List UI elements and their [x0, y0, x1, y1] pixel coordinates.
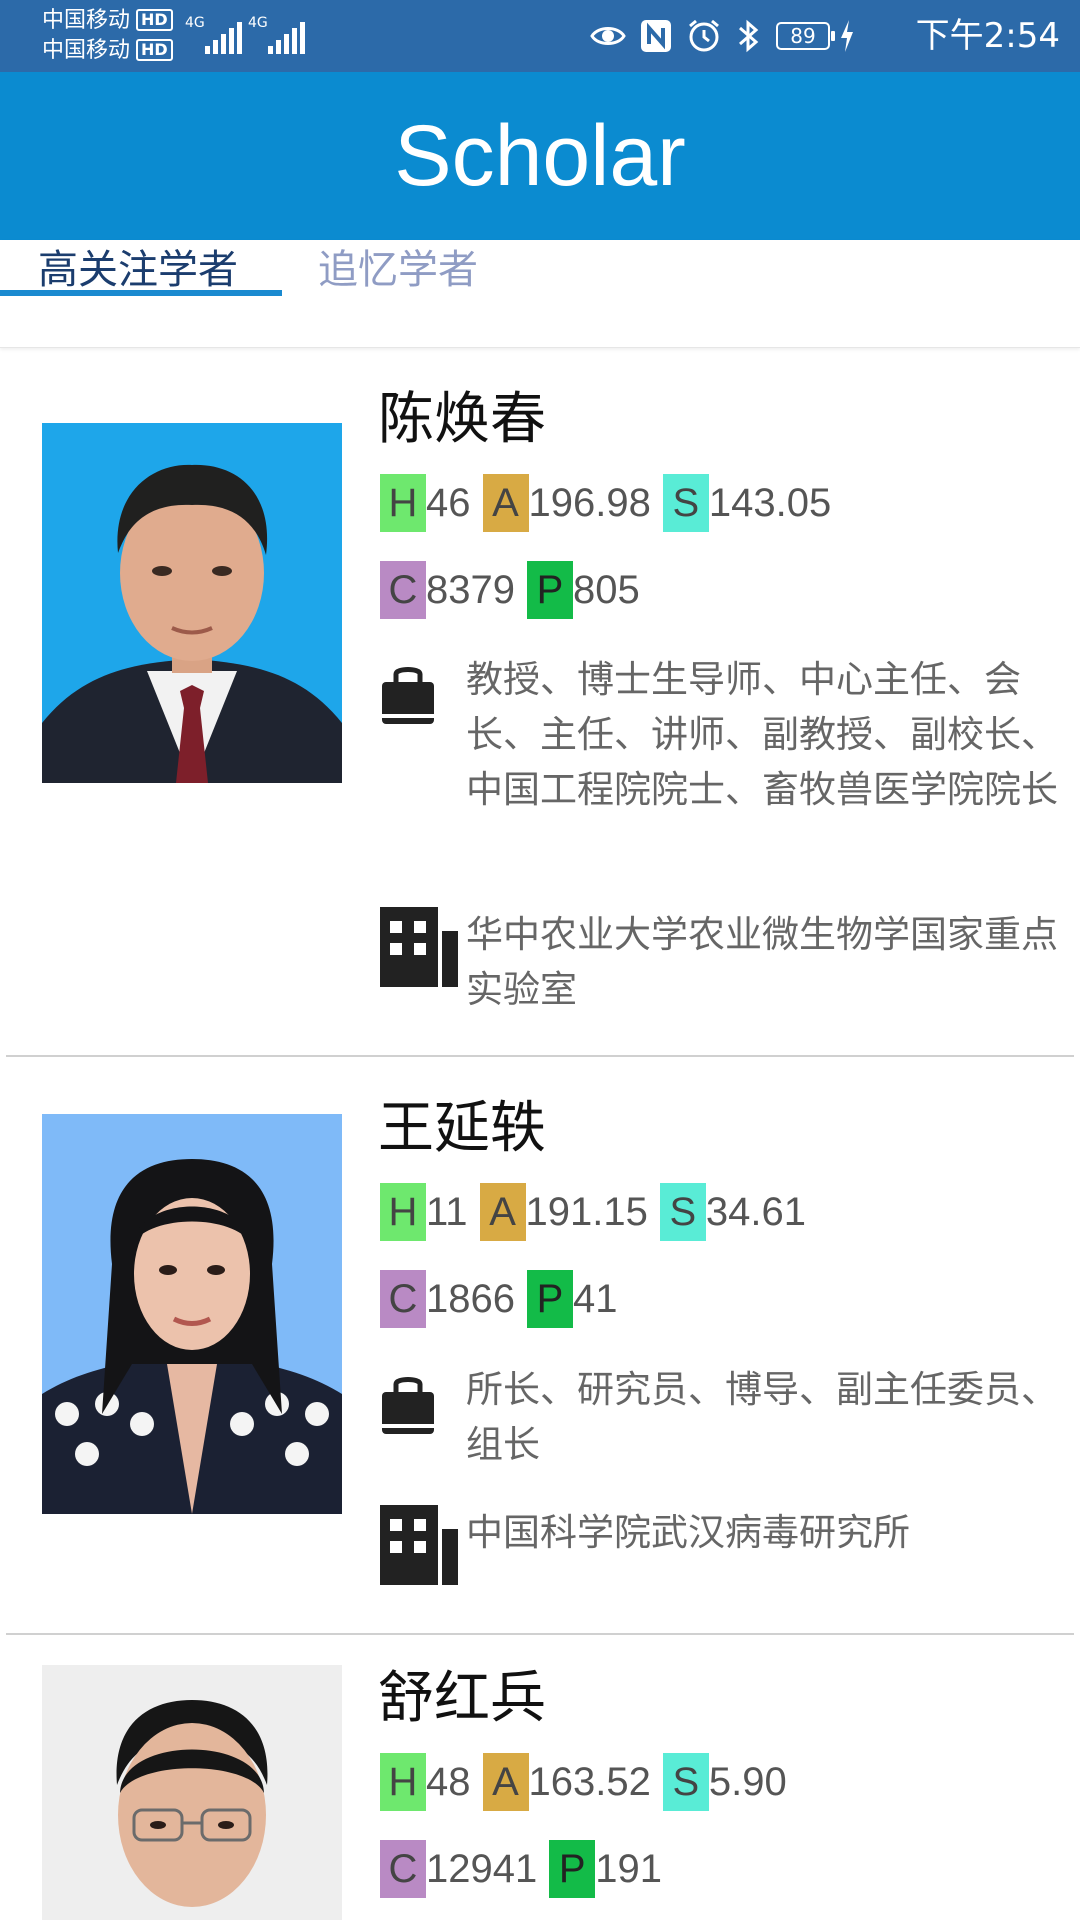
status-bar: 中国移动 HD 中国移动 HD 4G 4G 89 下午2:54	[0, 0, 1080, 72]
battery-icon: 89	[776, 22, 835, 50]
citations-badge: C	[380, 1840, 426, 1898]
building-icon	[380, 907, 458, 987]
sociability-badge: S	[659, 1183, 706, 1241]
papers-badge: P	[526, 561, 573, 619]
carrier-1-name: 中国移动	[42, 8, 131, 33]
scholar-card[interactable]: 陈焕春 H 46 A 196.98 S 143.05 C 8379 P 805 教授、博士生导师…	[0, 350, 1080, 1057]
activity-badge: A	[479, 1183, 526, 1241]
affiliation-row: 中国科学院武汉病毒研究所	[378, 1505, 1068, 1595]
network-type-label: 4G	[248, 15, 268, 31]
metric-row-1: H 46 A 196.98 S 143.05	[380, 474, 843, 532]
sociability-badge: S	[662, 1753, 709, 1811]
papers-value: 805	[572, 568, 640, 612]
activity-value: 196.98	[528, 481, 651, 525]
scholar-name[interactable]: 王延轶	[378, 1094, 546, 1164]
briefcase-icon	[382, 667, 434, 724]
scholar-card[interactable]: 舒红兵 H 48 A 163.52 S 5.90 C 12941 P 191	[0, 1635, 1080, 1920]
positions-row: 教授、博士生导师、中心主任、会长、主任、讲师、副教授、副校长、中国工程院院士、畜…	[378, 652, 1068, 882]
clock: 下午2:54	[915, 16, 1060, 56]
sociability-badge: S	[662, 474, 709, 532]
network-type-label: 4G	[185, 15, 205, 31]
h-index-badge: H	[380, 474, 426, 532]
citations-badge: C	[380, 1270, 426, 1328]
papers-value: 191	[595, 1847, 662, 1891]
app-title: Scholar	[394, 108, 686, 204]
nfc-icon	[641, 20, 671, 52]
citations-value: 12941	[426, 1847, 538, 1891]
citations-badge: C	[380, 561, 426, 619]
citations-value: 1866	[426, 1277, 515, 1321]
h-index-value: 11	[426, 1190, 468, 1234]
status-icons: 89 下午2:54	[590, 0, 1060, 72]
activity-value: 163.52	[528, 1760, 651, 1804]
tab-memorial[interactable]: 追忆学者	[318, 240, 478, 300]
carrier-2-name: 中国移动	[42, 38, 131, 63]
h-index-badge: H	[380, 1753, 426, 1811]
scholar-photo	[42, 423, 342, 783]
affiliation-text: 华中农业大学农业微生物学国家重点实验室	[466, 913, 1058, 1011]
briefcase-icon	[382, 1377, 434, 1434]
battery-level: 89	[790, 24, 816, 48]
sociability-value: 34.61	[705, 1190, 806, 1234]
sociability-value: 143.05	[708, 481, 832, 525]
bluetooth-icon	[739, 19, 759, 53]
metric-row-1: H 11 A 191.15 S 34.61	[380, 1183, 818, 1241]
h-index-badge: H	[380, 1183, 426, 1241]
building-icon	[380, 1505, 458, 1585]
app-bar: Scholar	[0, 72, 1080, 240]
activity-badge: A	[482, 474, 529, 532]
affiliation-row: 华中农业大学农业微生物学国家重点实验室	[378, 907, 1068, 1027]
signal-icon: 4G	[248, 14, 308, 56]
positions-text: 教授、博士生导师、中心主任、会长、主任、讲师、副教授、副校长、中国工程院院士、畜…	[466, 658, 1058, 811]
sociability-value: 5.90	[708, 1760, 787, 1804]
carrier-1: 中国移动 HD	[42, 8, 173, 34]
carrier-2: 中国移动 HD	[42, 38, 173, 64]
scholar-photo	[42, 1114, 342, 1514]
scholar-name[interactable]: 陈焕春	[378, 385, 546, 455]
positions-text: 所长、研究员、博导、副主任委员、组长	[466, 1368, 1058, 1466]
h-index-value: 46	[426, 481, 471, 525]
hd-badge: HD	[136, 9, 173, 31]
positions-row: 所长、研究员、博导、副主任委员、组长	[378, 1362, 1068, 1482]
metric-row-2: C 8379 P 805	[380, 561, 652, 619]
alarm-icon	[689, 19, 719, 52]
activity-badge: A	[482, 1753, 529, 1811]
h-index-value: 48	[426, 1760, 471, 1804]
hd-badge: HD	[136, 39, 173, 61]
scholar-photo	[42, 1665, 342, 1920]
signal-icon: 4G	[185, 14, 245, 56]
scholar-name[interactable]: 舒红兵	[378, 1664, 546, 1734]
papers-badge: P	[549, 1840, 596, 1898]
metric-row-2: C 1866 P 41	[380, 1270, 629, 1328]
tab-indicator	[0, 290, 282, 296]
papers-badge: P	[526, 1270, 573, 1328]
activity-value: 191.15	[525, 1190, 648, 1234]
papers-value: 41	[572, 1277, 618, 1321]
scholar-card[interactable]: 王延轶 H 11 A 191.15 S 34.61 C 1866 P 41 所长、研究员、博导、…	[0, 1057, 1080, 1635]
affiliation-text: 中国科学院武汉病毒研究所	[466, 1511, 910, 1554]
metric-row-2: C 12941 P 191	[380, 1840, 674, 1898]
eye-icon	[590, 27, 626, 45]
charging-icon	[841, 20, 853, 52]
metric-row-1: H 48 A 163.52 S 5.90	[380, 1753, 799, 1811]
citations-value: 8379	[426, 568, 515, 612]
